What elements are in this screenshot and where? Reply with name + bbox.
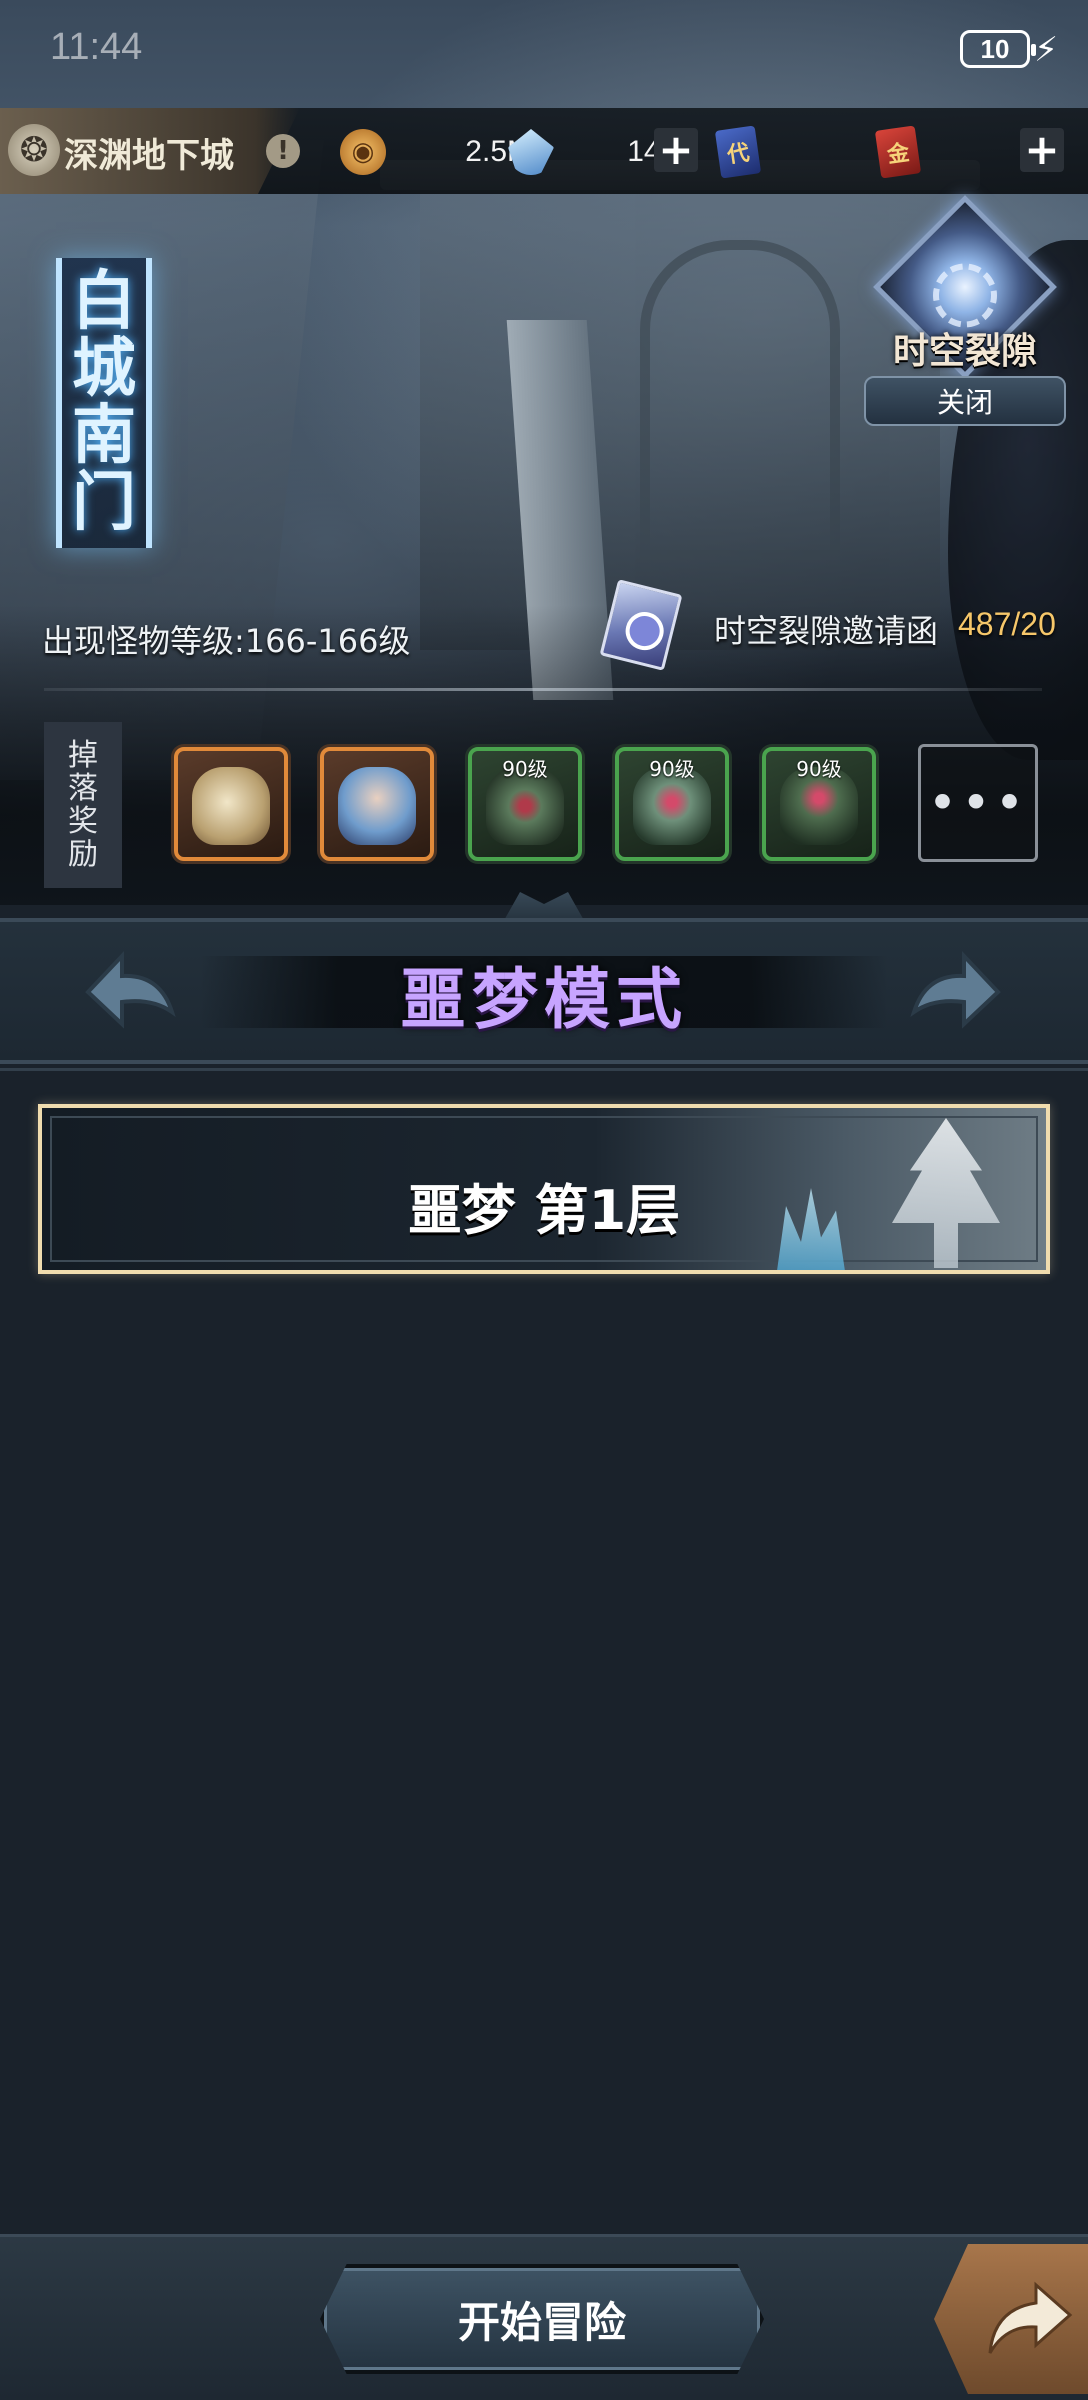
drop-label-char: 奖 <box>68 804 98 839</box>
dungeon-title-char: 白 <box>72 264 136 339</box>
add-jin-ticket-button[interactable]: + <box>1020 128 1064 172</box>
prev-mode-button[interactable] <box>82 946 178 1038</box>
rift-toggle-button[interactable]: 关闭 <box>864 376 1066 426</box>
more-rewards-button[interactable]: ••• <box>918 744 1038 862</box>
crystal-icon <box>508 129 554 175</box>
battery-icon: 10 <box>960 30 1036 68</box>
reward-dragon-pet[interactable] <box>174 747 288 861</box>
monster-level-text: 出现怪物等级:166-166级 <box>42 622 411 660</box>
floor-label: 噩梦 第1层 <box>407 1179 681 1242</box>
invite-label: 时空裂隙邀请函 <box>714 612 939 650</box>
item-level: 90级 <box>796 757 842 781</box>
share-arrow-icon <box>988 2281 1073 2354</box>
dungeon-title-char: 南 <box>72 399 136 473</box>
ruin-wall <box>420 180 940 650</box>
ice-hero-icon <box>338 767 416 845</box>
dungeon-title-char: 城 <box>72 331 136 406</box>
drop-label-char: 励 <box>68 837 98 872</box>
dai-ticket-value: 0 <box>758 135 894 169</box>
jin-ticket-icon: 金 <box>874 125 922 179</box>
drop-label-char: 掉 <box>68 738 98 773</box>
add-crystal-button[interactable]: + <box>654 128 698 172</box>
divider <box>44 688 1042 691</box>
reward-chest-armor[interactable]: 90级 <box>615 747 729 861</box>
reward-ice-hero[interactable] <box>320 747 434 861</box>
start-adventure-button[interactable]: 开始冒险 <box>320 2264 764 2374</box>
item-level: 90级 <box>649 757 695 781</box>
invite-count: 487/20 <box>958 606 1056 642</box>
floor-item[interactable]: 噩梦 第1层 <box>38 1104 1050 1274</box>
divider <box>0 1068 1088 1071</box>
abyss-icon: ❂ <box>8 124 60 176</box>
dai-ticket-currency: 代 0 <box>714 124 894 180</box>
gold-currency: ◉ 2.5M <box>340 124 532 180</box>
arrow-left-icon <box>85 950 176 1029</box>
location-name: 深渊地下城 <box>64 136 234 176</box>
charging-icon: ⚡ <box>1034 30 1058 70</box>
status-time: 11:44 <box>50 26 143 68</box>
dungeon-title-char: 门 <box>72 466 136 541</box>
dungeon-title: 白 城 南 门 <box>56 258 152 548</box>
drop-label-char: 落 <box>68 771 98 806</box>
item-level: 90级 <box>502 757 548 781</box>
reward-helmet[interactable]: 90级 <box>468 747 582 861</box>
coin-icon: ◉ <box>340 129 386 175</box>
info-icon[interactable]: ! <box>266 134 300 168</box>
next-mode-button[interactable] <box>908 946 1004 1038</box>
dragon-pet-icon <box>192 767 270 845</box>
rift-label: 时空裂隙 <box>892 331 1037 372</box>
dai-ticket-icon: 代 <box>714 125 762 179</box>
reward-leg-armor[interactable]: 90级 <box>762 747 876 861</box>
arrow-right-icon <box>910 950 1001 1029</box>
drop-rewards-label: 掉 落 奖 励 <box>44 722 122 888</box>
